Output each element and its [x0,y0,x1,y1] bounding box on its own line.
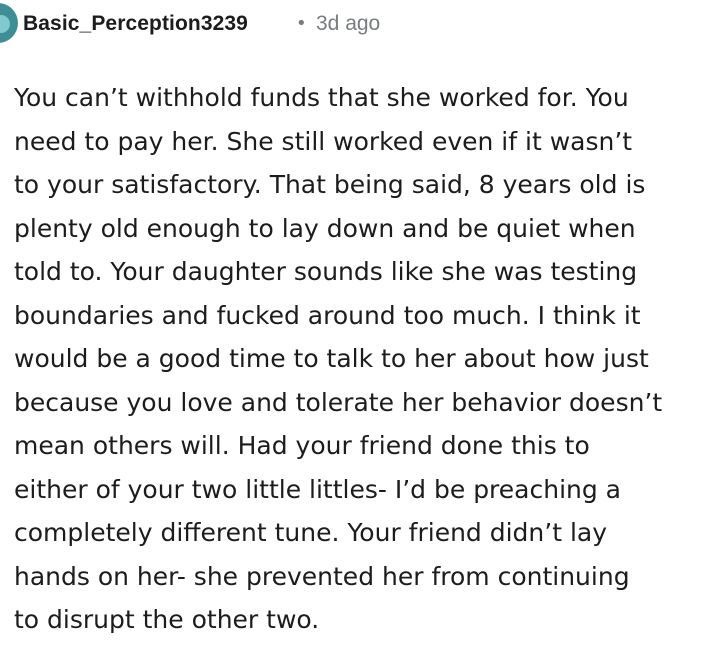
comment-body-line: mean others will. Had your friend done t… [14,431,590,460]
author-username[interactable]: Basic_Perception3239 [23,10,248,38]
comment-timestamp[interactable]: 3d ago [316,10,380,38]
comment-body-line: plenty old enough to lay down and be qui… [14,213,636,243]
comment: Basic_Perception3239 • 3d ago You can’t … [0,0,719,646]
meta-separator: • [296,13,307,34]
comment-body-line: to your satisfactory. That being said, 8… [14,170,646,199]
comment-body-line: because you love and tolerate her behavi… [14,387,663,417]
comment-body-line: to disrupt the other two. [14,605,320,634]
comment-body-line: completely different tune. Your friend d… [14,518,608,547]
comment-body-line: You can’t withhold funds that she worked… [14,83,629,112]
comment-body: You can’t withhold funds that she worked… [14,76,714,642]
comment-body-line: either of your two little littles- I’d b… [14,474,622,504]
comment-body-line: told to. Your daughter sounds like she w… [14,257,638,286]
comment-header: Basic_Perception3239 • 3d ago [0,0,719,48]
comment-body-line: hands on her- she prevented her from con… [14,561,630,591]
comment-body-line: would be a good time to talk to her abou… [14,344,649,373]
comment-body-line: need to pay her. She still worked even i… [14,126,633,156]
comment-body-line: boundaries and fucked around too much. I… [14,300,641,330]
user-avatar-icon[interactable] [0,3,18,43]
